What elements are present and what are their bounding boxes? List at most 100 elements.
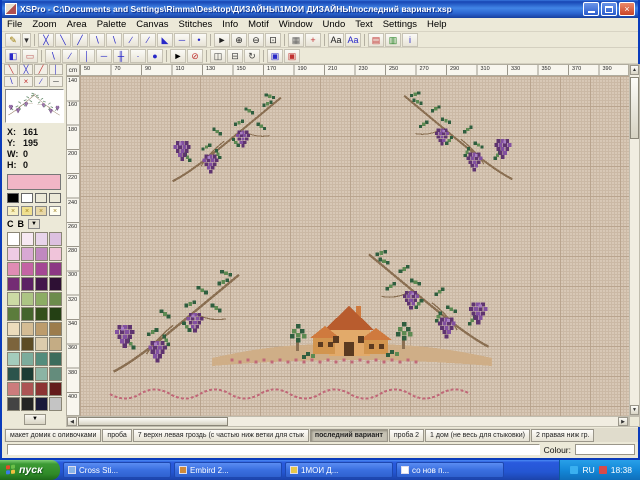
palette-swatch-6[interactable] (35, 247, 48, 261)
half-stitch-fwd-icon[interactable]: ╱ (72, 33, 88, 47)
palette-swatch-18[interactable] (35, 292, 48, 306)
palette-swatch-35[interactable] (49, 352, 62, 366)
horizontal-scroll-thumb[interactable] (78, 417, 228, 426)
palette-swatch-21[interactable] (21, 307, 34, 321)
mirror-vertical-icon[interactable]: ⊟ (227, 49, 243, 63)
palette-swatch-33[interactable] (21, 352, 34, 366)
palette-scroll-down-button[interactable]: ▼ (24, 414, 46, 425)
palette-swatch-15[interactable] (49, 277, 62, 291)
quarter-stitch-tl-icon[interactable]: ∖ (89, 33, 105, 47)
scroll-left-arrow[interactable]: ◀ (67, 417, 77, 426)
blend-swatch-1[interactable]: × (21, 206, 33, 216)
info-icon[interactable]: i (402, 33, 418, 47)
maximize-button[interactable] (601, 2, 617, 16)
bw-swatch-0[interactable] (7, 193, 19, 203)
blend-swatch-3[interactable]: × (49, 206, 61, 216)
menu-settings[interactable]: Settings (378, 19, 422, 30)
stitch-fwd-button[interactable]: ╱ (34, 64, 48, 75)
palette-swatch-44[interactable] (7, 397, 20, 411)
palette-swatch-47[interactable] (49, 397, 62, 411)
three-quarter-stitch-icon[interactable]: ◣ (157, 33, 173, 47)
stitch-quarter-button[interactable]: ∖ (4, 76, 18, 87)
french-knot-icon[interactable]: • (191, 33, 207, 47)
palette-swatch-24[interactable] (7, 322, 20, 336)
palette-swatch-26[interactable] (35, 322, 48, 336)
palette-swatch-23[interactable] (49, 307, 62, 321)
select-arrow-icon[interactable]: ► (214, 33, 230, 47)
stitch-back-button[interactable]: ╲ (4, 64, 18, 75)
palette-swatch-43[interactable] (49, 382, 62, 396)
b-mode-label[interactable]: B (18, 219, 25, 229)
half-stitch-back-icon[interactable]: ╲ (55, 33, 71, 47)
bead-icon[interactable]: ● (147, 49, 163, 63)
menu-canvas[interactable]: Canvas (131, 19, 173, 30)
start-button[interactable]: пуск (0, 460, 60, 480)
current-color-swatch[interactable] (7, 174, 61, 190)
palette-swatch-3[interactable] (49, 232, 62, 246)
palette-swatch-11[interactable] (49, 262, 62, 276)
menu-undo[interactable]: Undo (318, 19, 351, 30)
palette-swatch-2[interactable] (35, 232, 48, 246)
palette-swatch-8[interactable] (7, 262, 20, 276)
menu-palette[interactable]: Palette (92, 19, 132, 30)
mirror-horizontal-icon[interactable]: ◫ (210, 49, 226, 63)
center-design-icon[interactable]: + (305, 33, 321, 47)
quarter-stitch-tr-icon[interactable]: ∕ (123, 33, 139, 47)
stitch-bar-button[interactable]: ─ (49, 76, 63, 87)
palette-swatch-38[interactable] (35, 367, 48, 381)
palette-swatch-34[interactable] (35, 352, 48, 366)
zoom-in-icon[interactable]: ⊕ (231, 33, 247, 47)
palette-swatch-9[interactable] (21, 262, 34, 276)
horizontal-stitch-icon[interactable]: ─ (96, 49, 112, 63)
quarter-stitch-br-icon[interactable]: ∖ (106, 33, 122, 47)
double-stitch-icon[interactable]: ╫ (113, 49, 129, 63)
pattern-tab-3[interactable]: последний вариант (310, 429, 388, 442)
motif-paste-icon[interactable]: ▣ (284, 49, 300, 63)
palette-swatch-41[interactable] (21, 382, 34, 396)
menu-area[interactable]: Area (62, 19, 92, 30)
task-button-0[interactable]: Cross Sti... (63, 462, 171, 478)
pencil-tool-icon[interactable]: ✎ (5, 33, 21, 47)
stitch-cross-button[interactable]: ╳ (19, 64, 33, 75)
c-mode-label[interactable]: C (7, 219, 14, 229)
scroll-up-arrow[interactable]: ▲ (630, 65, 639, 75)
palette-swatch-30[interactable] (35, 337, 48, 351)
bw-swatch-3[interactable] (49, 193, 61, 203)
palette-swatch-19[interactable] (49, 292, 62, 306)
palette-swatch-0[interactable] (7, 232, 20, 246)
task-button-3[interactable]: со нов п... (396, 462, 504, 478)
palette-swatch-31[interactable] (49, 337, 62, 351)
palette-swatch-1[interactable] (21, 232, 34, 246)
menu-stitches[interactable]: Stitches (173, 19, 217, 30)
text-tool-icon[interactable]: Aa (328, 33, 344, 47)
stitch-small-cross-button[interactable]: × (19, 76, 33, 87)
petite-stitch-back-icon[interactable]: ∖ (45, 49, 61, 63)
menu-window[interactable]: Window (274, 19, 318, 30)
zoom-fit-icon[interactable]: ⊡ (265, 33, 281, 47)
menu-help[interactable]: Help (422, 19, 452, 30)
palette-swatch-32[interactable] (7, 352, 20, 366)
palette-swatch-28[interactable] (7, 337, 20, 351)
full-cross-stitch-icon[interactable]: ╳ (38, 33, 54, 47)
quarter-stitch-bl-icon[interactable]: ∕ (140, 33, 156, 47)
petite-stitch-fwd-icon[interactable]: ∕ (62, 49, 78, 63)
fill-tool-icon[interactable]: ◧ (5, 49, 21, 63)
palette-swatch-4[interactable] (7, 247, 20, 261)
motif-preview-panel[interactable] (5, 89, 64, 123)
grid-toggle-icon[interactable]: ▦ (288, 33, 304, 47)
palette-swatch-37[interactable] (21, 367, 34, 381)
vertical-scrollbar[interactable]: ▲ ▼ (629, 64, 640, 416)
vertical-stitch-icon[interactable]: │ (79, 49, 95, 63)
language-indicator[interactable]: RU (582, 465, 594, 475)
palette-swatch-45[interactable] (21, 397, 34, 411)
backstitch-icon[interactable]: ─ (174, 33, 190, 47)
pencil-dropdown-icon[interactable]: ▾ (22, 33, 31, 47)
palette-swatch-13[interactable] (21, 277, 34, 291)
palette-swatch-46[interactable] (35, 397, 48, 411)
task-button-2[interactable]: 1МОИ Д... (285, 462, 393, 478)
palette-swatch-12[interactable] (7, 277, 20, 291)
blend-swatch-2[interactable]: × (35, 206, 47, 216)
palette-swatch-20[interactable] (7, 307, 20, 321)
palette-edit-icon[interactable]: ▤ (368, 33, 384, 47)
palette-swatch-27[interactable] (49, 322, 62, 336)
